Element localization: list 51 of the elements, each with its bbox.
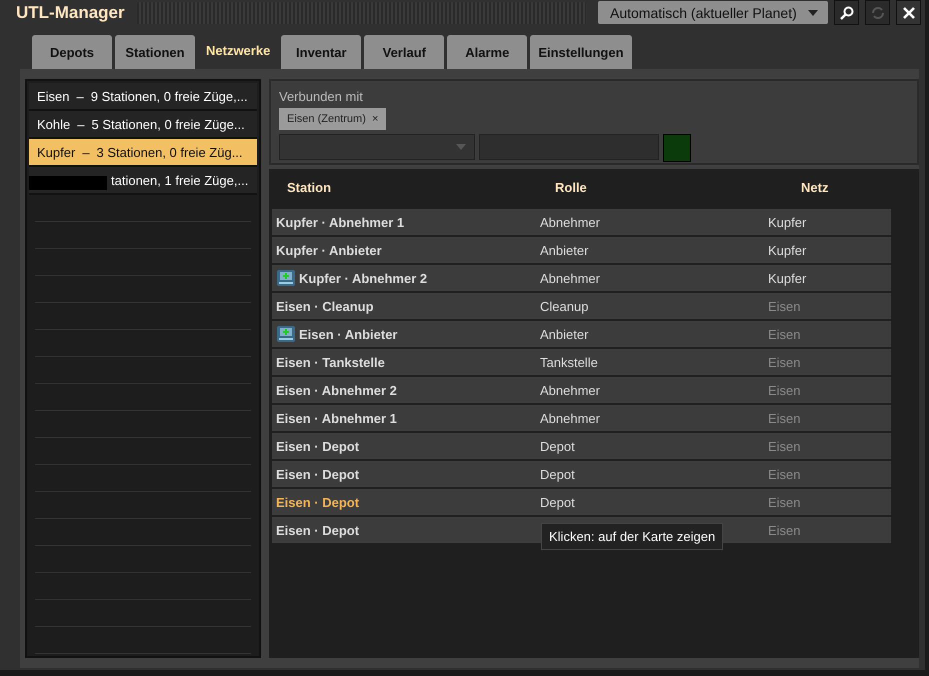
network-summary: 3 Stationen, 0 freie Züg... <box>96 144 243 160</box>
dash-separator: – <box>77 116 84 132</box>
station-network: Kupfer <box>768 242 806 258</box>
station-role: Depot <box>540 438 575 454</box>
station-network: Eisen <box>768 410 801 426</box>
station-name: Eisen · Depot <box>276 438 360 454</box>
station-role: Abnehmer <box>540 214 600 230</box>
station-role: Tankstelle <box>540 354 598 370</box>
station-role: Anbieter <box>540 242 588 258</box>
network-name: Eisen <box>37 88 70 104</box>
station-network: Eisen <box>768 354 801 370</box>
station-name: Eisen · Depot <box>276 494 360 510</box>
window-title: UTL-Manager <box>16 2 125 22</box>
station-name: Eisen · Anbieter <box>299 326 398 342</box>
network-name: Kupfer <box>37 144 76 160</box>
connections-label: Verbunden mit <box>279 89 364 104</box>
station-name: Eisen · Tankstelle <box>276 354 385 370</box>
station-network: Eisen <box>768 494 801 510</box>
station-network: Eisen <box>768 522 801 538</box>
station-name: Kupfer · Abnehmer 2 <box>299 270 428 286</box>
station-role: Abnehmer <box>540 382 600 398</box>
network-summary: 5 Stationen, 0 freie Züge... <box>91 116 245 132</box>
column-header: Netz <box>800 180 830 194</box>
station-name: Eisen · Cleanup <box>276 298 374 314</box>
dash-separator: – <box>82 144 90 160</box>
dash-separator: – <box>76 88 84 104</box>
station-network: Kupfer <box>768 270 806 286</box>
station-name: Eisen · Depot <box>276 522 360 538</box>
column-header: Station <box>286 180 332 194</box>
station-name: Eisen · Depot <box>276 466 360 482</box>
station-network: Kupfer <box>768 214 806 230</box>
station-name: Eisen · Abnehmer 2 <box>276 382 397 398</box>
station-role: Depot <box>540 466 575 482</box>
station-name: Eisen · Abnehmer 1 <box>276 410 397 426</box>
station-network: Eisen <box>768 298 801 314</box>
station-name: Kupfer · Abnehmer 1 <box>276 214 404 230</box>
station-network: Eisen <box>768 382 801 398</box>
station-role: Abnehmer <box>540 270 600 286</box>
station-network: Eisen <box>768 326 801 342</box>
station-name: Kupfer · Anbieter <box>276 242 382 258</box>
station-role: Depot <box>540 494 575 510</box>
station-network: Eisen <box>768 466 801 482</box>
column-header: Rolle <box>554 180 588 194</box>
station-role: Cleanup <box>540 298 588 314</box>
station-network: Eisen <box>768 438 801 454</box>
tooltip: Klicken: auf der Karte zeigen <box>541 523 724 550</box>
network-summary: 9 Stationen, 0 freie Züge,... <box>90 88 248 104</box>
network-name: Kohle <box>37 116 70 132</box>
network-summary: tationen, 1 freie Züge,... <box>111 172 248 188</box>
station-role: Abnehmer <box>540 410 600 426</box>
station-role: Anbieter <box>540 326 588 342</box>
